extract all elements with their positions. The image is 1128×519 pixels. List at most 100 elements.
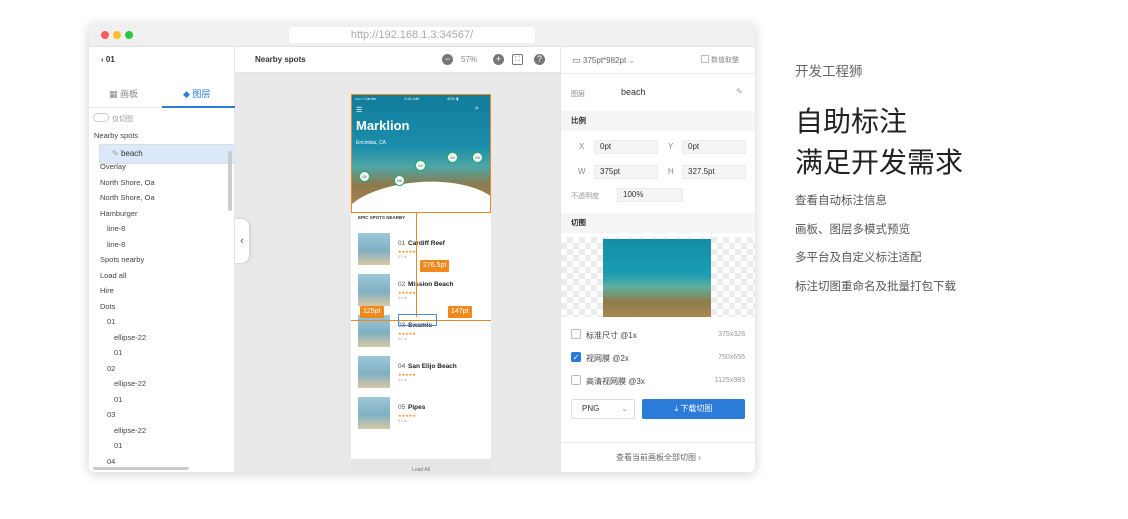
tab-artboard[interactable]: ▦ 画板: [109, 87, 138, 100]
app-window: http://192.168.1.3:34567/ ‹ 01 ▦ 画板 ◆ 图层…: [89, 23, 755, 472]
back-button[interactable]: ‹ 01: [101, 55, 115, 64]
layer-item[interactable]: Nearby spots: [94, 128, 138, 143]
spot-rating: ★★★★★: [398, 372, 416, 377]
layer-item[interactable]: ellipse-22: [114, 376, 146, 391]
collapse-panel-button[interactable]: ‹: [235, 219, 249, 263]
layer-item[interactable]: 03: [107, 407, 115, 422]
layer-item[interactable]: North Shore, Oa: [100, 190, 155, 205]
layer-item[interactable]: 02: [107, 361, 115, 376]
tab-artboard-label: 画板: [120, 89, 139, 99]
opacity-label: 不透明度: [571, 193, 599, 200]
layer-item[interactable]: line-8: [107, 221, 125, 236]
feature-item: 查看自动标注信息: [795, 195, 887, 207]
slice-preview-image: [603, 239, 711, 317]
edit-icon[interactable]: ✎: [736, 87, 743, 96]
format-select[interactable]: PNG ⌄: [571, 399, 635, 419]
download-slice-button[interactable]: ⤓ 下载切图: [642, 399, 745, 419]
minimize-window-button[interactable]: [113, 31, 121, 39]
scale-section-header: 比例: [561, 111, 755, 131]
layer-item[interactable]: line-8: [107, 237, 125, 252]
layer-item[interactable]: Dots: [100, 299, 115, 314]
zoom-out-icon[interactable]: −: [442, 54, 453, 65]
view-all-slices-link[interactable]: 查看当前画板全部切图 ›: [561, 442, 755, 472]
headline-line-2: 满足开发需求: [795, 147, 964, 178]
tab-layers[interactable]: ◆ 图层: [183, 87, 210, 100]
export-2x-size: 750x655: [718, 354, 745, 361]
spot-rating: ★★★★★: [398, 290, 416, 295]
layer-item[interactable]: North Shore, Oa: [100, 175, 155, 190]
layer-item[interactable]: Spots nearby: [100, 252, 144, 267]
divider: [561, 73, 755, 74]
value-round-checkbox[interactable]: 数值取整: [701, 55, 739, 65]
layer-name-label: 图层: [571, 91, 585, 98]
spot-row: 05 Pipes ★★★★★ 0.1 m: [358, 397, 486, 429]
url-bar[interactable]: http://192.168.1.3:34567/: [289, 27, 535, 43]
device-icon: ▭: [572, 55, 584, 65]
export-3x-label: 高清视网膜 @3x: [586, 377, 645, 386]
height-field[interactable]: 327.5pt: [682, 165, 746, 179]
help-icon[interactable]: ?: [534, 54, 545, 65]
chevron-down-icon: ⌄: [621, 404, 628, 413]
width-field[interactable]: 375pt: [594, 165, 658, 179]
measure-left-tag: 125pt: [360, 306, 384, 318]
horizontal-scrollbar[interactable]: [93, 467, 189, 470]
target-layer-box: [398, 314, 437, 326]
export-1x-checkbox[interactable]: [571, 329, 581, 339]
close-window-button[interactable]: [101, 31, 109, 39]
vertical-scrollbar[interactable]: [228, 151, 232, 211]
spot-distance: 0.1 m: [398, 419, 407, 423]
active-tab-indicator: [162, 106, 235, 108]
layer-item[interactable]: ellipse-22: [114, 423, 146, 438]
export-3x-size: 1125x983: [714, 377, 745, 384]
layer-item[interactable]: 01: [107, 314, 115, 329]
layer-item[interactable]: Hamburger: [100, 206, 138, 221]
spot-row: 04 San Elijo Beach ★★★★★ 0.1 m: [358, 356, 486, 388]
spot-name: Mission Beach: [408, 281, 454, 288]
grid-icon: ▦: [109, 89, 121, 99]
title-bar: http://192.168.1.3:34567/: [89, 23, 755, 47]
spot-rating: ★★★★★: [398, 249, 416, 254]
panel-tabs: ▦ 画板 ◆ 图层: [89, 80, 235, 108]
feature-item: 多平台及自定义标注适配: [795, 252, 922, 264]
export-3x-checkbox[interactable]: [571, 375, 581, 385]
layer-panel: ‹ 01 ▦ 画板 ◆ 图层 仅切图 Nearby spots ✎ beach …: [89, 47, 237, 472]
spot-number: 05: [398, 404, 406, 411]
chevron-left-icon: ‹: [240, 235, 244, 247]
slice-only-toggle[interactable]: [93, 113, 109, 122]
headline-line-1: 自助标注: [795, 106, 908, 137]
layer-name: beach: [621, 87, 646, 97]
spot-number: 02: [398, 281, 406, 288]
maximize-window-button[interactable]: [125, 31, 133, 39]
layer-item[interactable]: Overlay: [100, 159, 126, 174]
export-2x-checkbox[interactable]: ✓: [571, 352, 581, 362]
canvas-toolbar: Nearby spots − 57% + ⛶ ?: [235, 47, 560, 73]
zoom-in-icon[interactable]: +: [493, 54, 504, 65]
layer-item[interactable]: 01: [114, 392, 122, 407]
spot-thumbnail: [358, 397, 390, 429]
spot-number: 01: [398, 240, 406, 247]
opacity-field[interactable]: 100%: [617, 188, 683, 202]
artboard-size-selector[interactable]: ▭ 375pt*982pt ⌄: [572, 55, 635, 66]
artboard-preview[interactable]: ••••○ Carrier 9:41 AM 42% ▮ ☰ ⌕ Marklion E…: [351, 94, 491, 472]
load-all-button[interactable]: Load All: [351, 459, 491, 472]
artboard-size: 375pt*982pt: [583, 56, 627, 65]
spot-name: Cardiff Reef: [408, 240, 445, 247]
layer-item[interactable]: Load all: [100, 268, 126, 283]
spot-name: Pipes: [408, 404, 426, 411]
y-field[interactable]: 0pt: [682, 140, 746, 154]
spot-rating: ★★★★★: [398, 331, 416, 336]
section-title: EPIC SPOTS NEARBY: [358, 215, 406, 220]
spot-distance: 0.1 m: [398, 255, 407, 259]
checkbox-icon: [701, 55, 709, 63]
back-label: 01: [105, 55, 115, 64]
inspector-panel: ▭ 375pt*982pt ⌄ 数值取整 图层 beach ✎ 比例 X 0pt…: [560, 47, 755, 472]
spot-rating: ★★★★★: [398, 413, 416, 418]
layer-item[interactable]: Hire: [100, 283, 114, 298]
x-field[interactable]: 0pt: [594, 140, 658, 154]
layer-item[interactable]: ellipse-22: [114, 330, 146, 345]
slice-section-header: 切图: [561, 213, 755, 233]
spot-distance: 0.1 m: [398, 337, 407, 341]
layer-item[interactable]: 01: [114, 438, 122, 453]
layer-item[interactable]: 01: [114, 345, 122, 360]
fit-screen-icon[interactable]: ⛶: [512, 54, 523, 65]
